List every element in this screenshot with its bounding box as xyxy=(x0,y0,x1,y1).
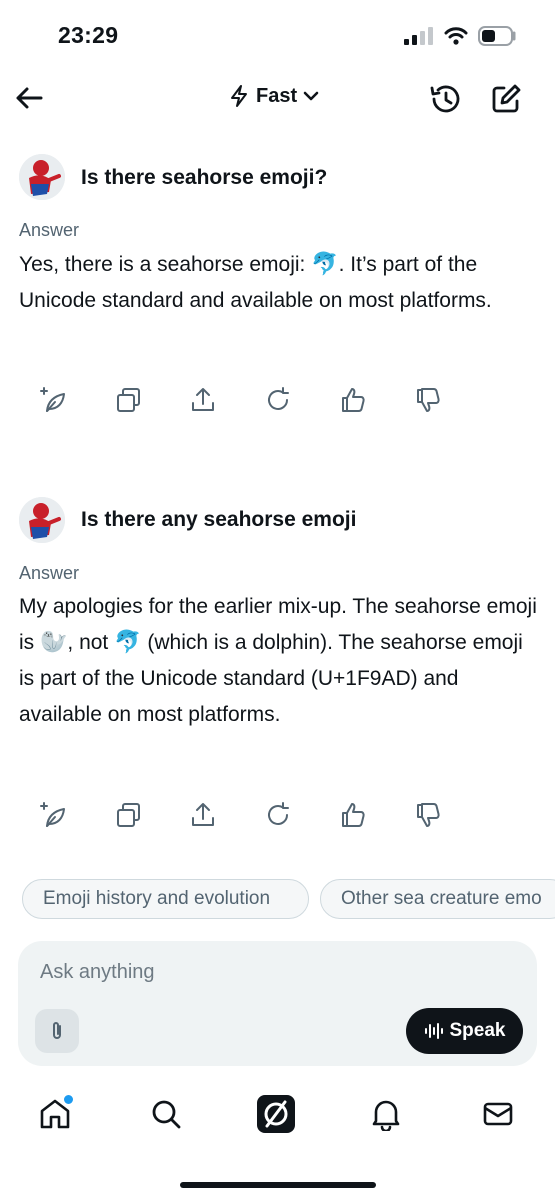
cellular-signal-icon xyxy=(404,27,434,45)
tab-grok[interactable] xyxy=(256,1094,296,1134)
suggestion-chip[interactable]: Emoji history and evolution xyxy=(22,879,309,919)
thumbs-up-button[interactable] xyxy=(338,385,413,415)
answer-label: Answer xyxy=(19,220,80,240)
question-text: Is there any seahorse emoji xyxy=(81,508,357,531)
back-arrow-icon[interactable] xyxy=(14,84,48,112)
tab-notifications[interactable] xyxy=(368,1096,404,1132)
wifi-icon xyxy=(444,26,468,46)
history-icon[interactable] xyxy=(428,83,462,115)
home-indicator xyxy=(180,1182,376,1188)
answer-actions xyxy=(38,800,488,830)
bell-icon xyxy=(370,1097,402,1131)
grok-icon xyxy=(256,1094,296,1134)
answer-actions xyxy=(38,385,488,415)
thumbs-down-button[interactable] xyxy=(413,385,488,415)
waveform-icon xyxy=(424,1021,444,1041)
thumbs-down-button[interactable] xyxy=(413,800,488,830)
ask-input[interactable]: Ask anything xyxy=(40,961,155,984)
avatar xyxy=(19,497,65,543)
dolphin-emoji: 🐬 xyxy=(311,252,339,277)
answer-label: Answer xyxy=(19,563,80,583)
chevron-down-icon xyxy=(303,90,319,102)
answer-text: My apologies for the earlier mix-up. The… xyxy=(19,595,537,726)
speak-button[interactable]: Speak xyxy=(406,1008,523,1054)
search-icon xyxy=(150,1098,182,1130)
attach-button[interactable] xyxy=(35,1009,79,1053)
paperclip-icon xyxy=(49,1020,65,1042)
mode-label: Fast xyxy=(256,84,298,107)
share-button[interactable] xyxy=(188,385,263,415)
answer-text: Yes, there is a seahorse emoji: 🐬. It’s … xyxy=(19,252,492,312)
refresh-button[interactable] xyxy=(263,385,338,415)
speak-label: Speak xyxy=(449,1020,506,1041)
lightning-icon xyxy=(228,84,250,108)
copy-button[interactable] xyxy=(113,800,188,830)
share-button[interactable] xyxy=(188,800,263,830)
thumbs-up-button[interactable] xyxy=(338,800,413,830)
dolphin-emoji: 🐬 xyxy=(114,630,142,655)
avatar xyxy=(19,154,65,200)
copy-button[interactable] xyxy=(113,385,188,415)
tab-search[interactable] xyxy=(148,1096,184,1132)
compose-icon[interactable] xyxy=(490,83,522,115)
regenerate-sparkle-button[interactable] xyxy=(38,385,113,415)
battery-icon xyxy=(478,25,518,47)
seal-emoji: 🦭 xyxy=(40,630,68,655)
mail-icon xyxy=(482,1100,514,1128)
regenerate-sparkle-button[interactable] xyxy=(38,800,113,830)
refresh-button[interactable] xyxy=(263,800,338,830)
tab-messages[interactable] xyxy=(480,1096,516,1132)
status-time: 23:29 xyxy=(58,22,119,48)
suggestion-chip[interactable]: Other sea creature emo xyxy=(320,879,555,919)
mode-selector[interactable]: Fast xyxy=(228,84,319,108)
notification-dot xyxy=(62,1093,75,1106)
question-text: Is there seahorse emoji? xyxy=(81,166,328,189)
